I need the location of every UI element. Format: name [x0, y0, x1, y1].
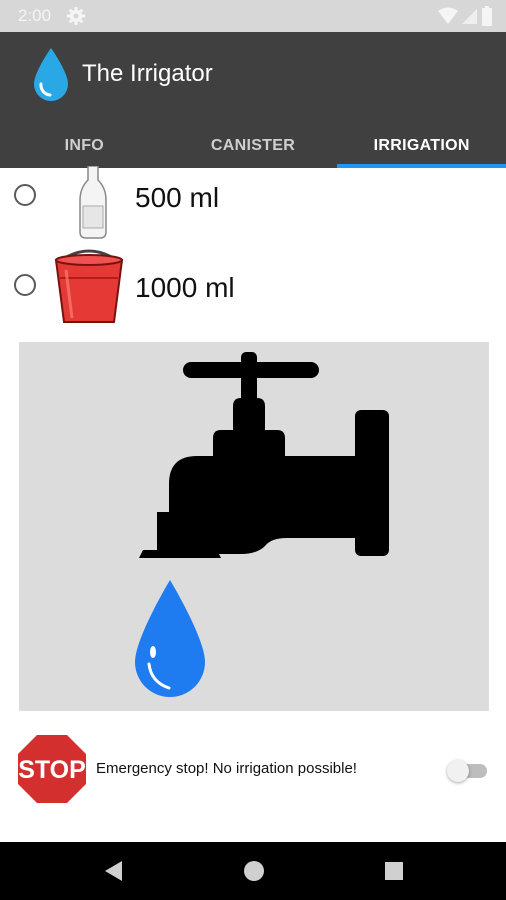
settings-icon — [67, 7, 85, 25]
option-1000ml[interactable]: 1000 ml — [0, 246, 506, 326]
emergency-stop-message: Emergency stop! No irrigation possible! — [96, 760, 357, 777]
tab-canister[interactable]: CANISTER — [169, 124, 338, 168]
status-bar: 2:00 — [0, 0, 506, 32]
tab-info[interactable]: INFO — [0, 124, 169, 168]
recents-icon[interactable] — [382, 859, 406, 883]
navigation-bar — [0, 842, 506, 900]
status-time: 2:00 — [18, 6, 52, 25]
tab-bar: INFO CANISTER IRRIGATION — [0, 124, 506, 168]
water-drop-icon — [34, 48, 68, 101]
option-500ml[interactable]: 500 ml — [0, 166, 506, 246]
back-icon[interactable] — [102, 859, 126, 883]
switch-thumb — [447, 760, 469, 782]
app-title: The Irrigator — [82, 60, 213, 87]
option-label-500ml: 500 ml — [135, 182, 220, 213]
water-tap-icon — [139, 352, 389, 558]
radio-500ml[interactable] — [14, 184, 36, 206]
stop-sign-text: STOP — [18, 756, 86, 784]
emergency-stop-row: STOP Emergency stop! No irrigation possi… — [0, 726, 506, 810]
app-bar: The Irrigator INFO CANISTER IRRIGATION — [0, 32, 506, 168]
signal-icon — [462, 9, 477, 24]
wifi-icon — [438, 7, 458, 24]
water-drop-icon — [135, 580, 205, 697]
tab-irrigation[interactable]: IRRIGATION — [337, 124, 506, 168]
status-icons — [438, 6, 492, 26]
stop-sign-icon: STOP — [15, 732, 89, 806]
battery-icon — [482, 6, 492, 26]
emergency-stop-switch[interactable] — [447, 760, 487, 782]
radio-1000ml[interactable] — [14, 274, 36, 296]
irrigation-button[interactable] — [19, 342, 489, 711]
bottle-icon — [79, 166, 107, 239]
home-icon[interactable] — [242, 859, 266, 883]
bucket-icon — [54, 249, 124, 323]
option-label-1000ml: 1000 ml — [135, 272, 235, 303]
